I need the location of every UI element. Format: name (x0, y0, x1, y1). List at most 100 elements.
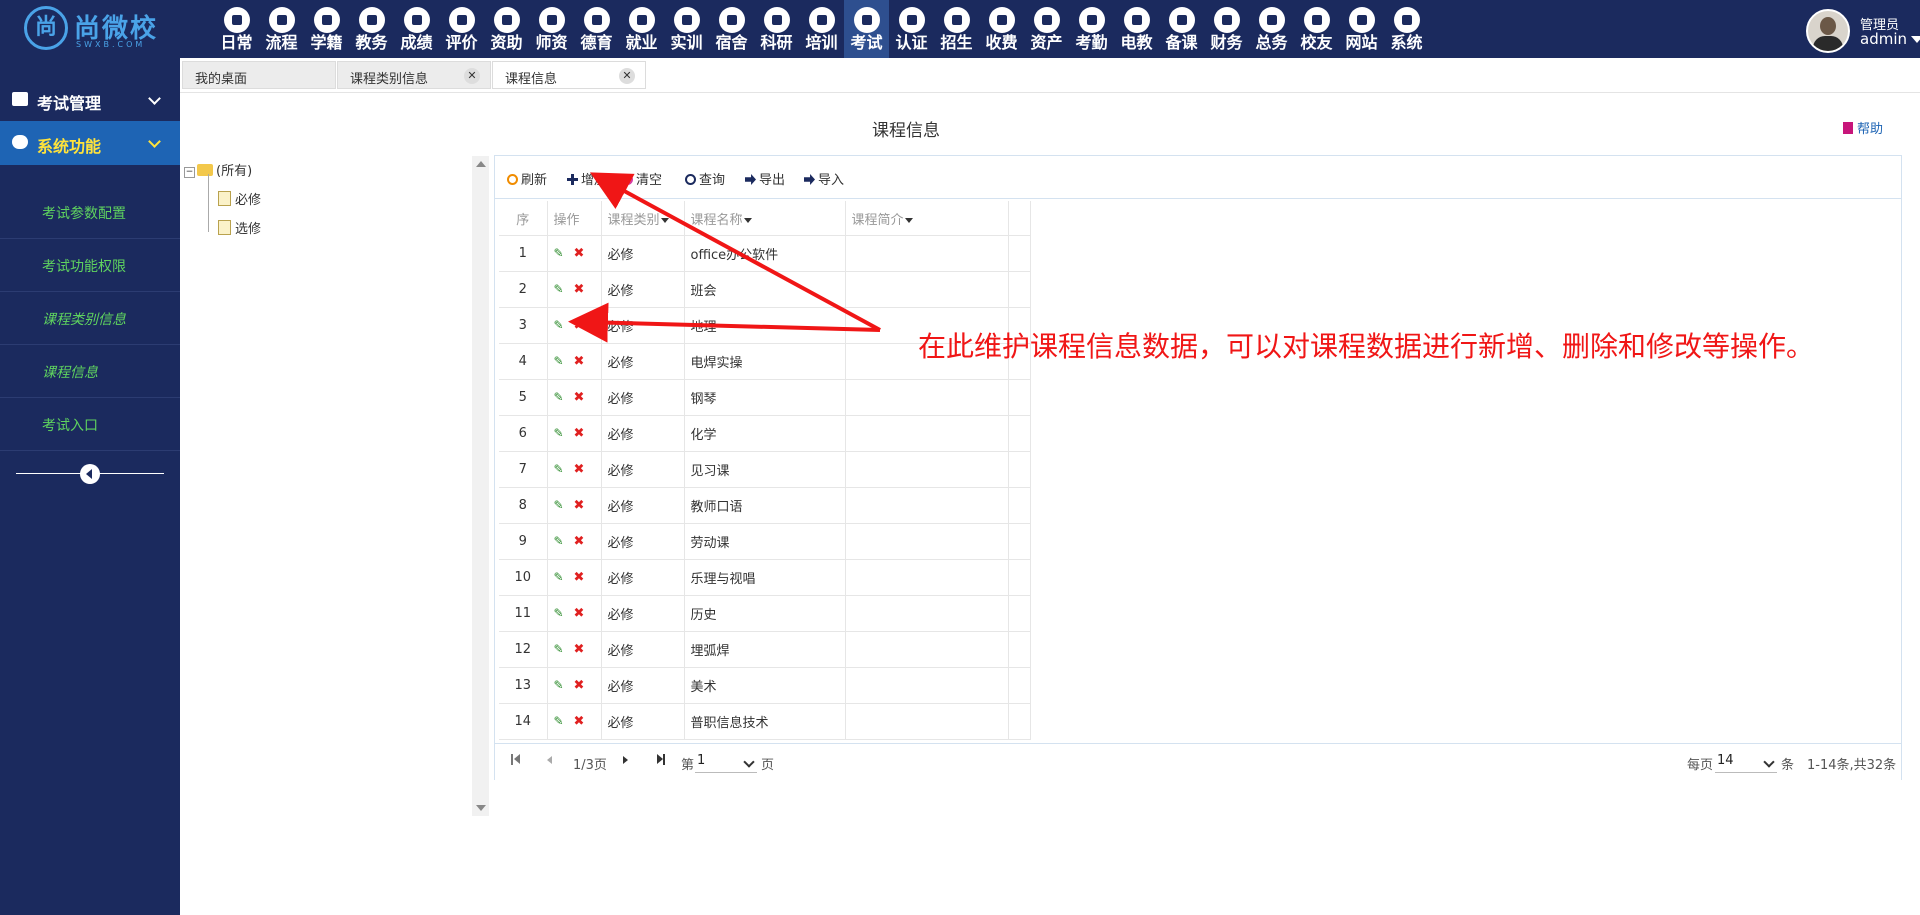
last-page-icon[interactable] (657, 754, 665, 765)
sidebar-item-exam-entry[interactable]: 考试入口 (0, 398, 180, 451)
table-row[interactable]: 10 ✎ ✖ 必修 乐理与视唱 (499, 559, 1031, 596)
delete-icon[interactable]: ✖ (574, 607, 586, 620)
nav-item-11[interactable]: 宿舍 (709, 0, 754, 58)
table-row[interactable]: 11 ✎ ✖ 必修 历史 (499, 595, 1031, 632)
edit-pencil-icon[interactable]: ✎ (554, 643, 566, 655)
table-row[interactable]: 13 ✎ ✖ 必修 美术 (499, 667, 1031, 704)
nav-item-12[interactable]: 科研 (754, 0, 799, 58)
scroll-up-icon[interactable] (476, 161, 486, 167)
next-page-icon[interactable] (623, 756, 628, 764)
edit-pencil-icon[interactable]: ✎ (554, 391, 566, 403)
add-button[interactable]: 增加 (567, 169, 607, 188)
sidebar-collapse-toggle[interactable] (16, 464, 164, 484)
delete-icon[interactable]: ✖ (574, 247, 586, 260)
col-header-name[interactable]: 课程名称 (684, 201, 846, 236)
search-button[interactable]: 查询 (685, 169, 725, 188)
nav-item-13[interactable]: 培训 (799, 0, 844, 58)
close-icon[interactable]: ✕ (619, 68, 635, 84)
user-menu[interactable]: 管理员 admin (1790, 0, 1920, 58)
nav-item-22[interactable]: 财务 (1204, 0, 1249, 58)
edit-pencil-icon[interactable]: ✎ (554, 355, 566, 367)
delete-icon[interactable]: ✖ (574, 715, 586, 728)
delete-icon[interactable]: ✖ (574, 499, 586, 512)
nav-item-15[interactable]: 认证 (889, 0, 934, 58)
table-row[interactable]: 14 ✎ ✖ 必修 普职信息技术 (499, 703, 1031, 740)
nav-item-23[interactable]: 总务 (1249, 0, 1294, 58)
nav-item-2[interactable]: 学籍 (304, 0, 349, 58)
tree-node-elective[interactable]: 选修 (218, 218, 261, 237)
nav-item-16[interactable]: 招生 (934, 0, 979, 58)
nav-item-26[interactable]: 系统 (1384, 0, 1429, 58)
caret-down-icon[interactable] (1911, 36, 1920, 43)
scroll-down-icon[interactable] (476, 805, 486, 811)
delete-icon[interactable]: ✖ (574, 391, 586, 404)
sidebar-item-exam-permissions[interactable]: 考试功能权限 (0, 239, 180, 292)
nav-item-7[interactable]: 师资 (529, 0, 574, 58)
table-row[interactable]: 12 ✎ ✖ 必修 埋弧焊 (499, 631, 1031, 668)
avatar[interactable] (1806, 9, 1850, 53)
table-row[interactable]: 2 ✎ ✖ 必修 班会 (499, 271, 1031, 308)
edit-pencil-icon[interactable]: ✎ (554, 571, 566, 583)
tree-scrollbar[interactable] (472, 156, 489, 816)
edit-pencil-icon[interactable]: ✎ (554, 679, 566, 691)
sidebar-item-course-info[interactable]: 课程信息 (0, 345, 180, 398)
table-row[interactable]: 8 ✎ ✖ 必修 教师口语 (499, 487, 1031, 524)
table-row[interactable]: 9 ✎ ✖ 必修 劳动课 (499, 523, 1031, 560)
sidebar-group-system-functions[interactable]: 系统功能 (0, 121, 180, 165)
delete-icon[interactable]: ✖ (574, 535, 586, 548)
close-icon[interactable]: ✕ (464, 68, 480, 84)
table-row[interactable]: 1 ✎ ✖ 必修 office办公软件 (499, 235, 1031, 272)
sidebar-group-exam-management[interactable]: 考试管理 (0, 78, 180, 122)
nav-item-5[interactable]: 评价 (439, 0, 484, 58)
tab-course-info[interactable]: 课程信息 ✕ (492, 61, 646, 89)
col-header-intro[interactable]: 课程简介 (845, 201, 1009, 236)
nav-item-9[interactable]: 就业 (619, 0, 664, 58)
nav-item-8[interactable]: 德育 (574, 0, 619, 58)
nav-item-0[interactable]: 日常 (214, 0, 259, 58)
sidebar-item-course-category[interactable]: 课程类别信息 (0, 292, 180, 345)
table-row[interactable]: 5 ✎ ✖ 必修 钢琴 (499, 379, 1031, 416)
nav-item-24[interactable]: 校友 (1294, 0, 1339, 58)
delete-icon[interactable]: ✖ (574, 463, 586, 476)
nav-item-21[interactable]: 备课 (1159, 0, 1204, 58)
prev-page-icon[interactable] (547, 756, 552, 764)
nav-item-19[interactable]: 考勤 (1069, 0, 1114, 58)
tab-desktop[interactable]: 我的桌面 (182, 61, 336, 89)
nav-item-3[interactable]: 教务 (349, 0, 394, 58)
sort-icon[interactable] (660, 217, 669, 223)
delete-icon[interactable]: ✖ (574, 283, 586, 296)
collapse-icon[interactable]: − (184, 167, 195, 178)
tree-node-all[interactable]: − (所有) (184, 160, 252, 179)
sort-icon[interactable] (904, 217, 913, 223)
delete-icon[interactable]: ✖ (574, 571, 586, 584)
delete-icon[interactable]: ✖ (574, 679, 586, 692)
help-link[interactable]: 帮助 (1843, 118, 1883, 137)
nav-item-14[interactable]: 考试 (844, 0, 889, 58)
edit-pencil-icon[interactable]: ✎ (554, 319, 566, 331)
delete-icon[interactable]: ✖ (574, 355, 586, 368)
delete-icon[interactable]: ✖ (574, 319, 586, 332)
nav-item-6[interactable]: 资助 (484, 0, 529, 58)
edit-pencil-icon[interactable]: ✎ (554, 607, 566, 619)
nav-item-17[interactable]: 收费 (979, 0, 1024, 58)
table-row[interactable]: 7 ✎ ✖ 必修 见习课 (499, 451, 1031, 488)
nav-item-4[interactable]: 成绩 (394, 0, 439, 58)
edit-pencil-icon[interactable]: ✎ (554, 715, 566, 727)
per-page-select[interactable]: 14 (1715, 750, 1777, 773)
table-row[interactable]: 6 ✎ ✖ 必修 化学 (499, 415, 1031, 452)
tree-node-required[interactable]: 必修 (218, 189, 261, 208)
collapse-left-icon[interactable] (80, 464, 100, 484)
import-button[interactable]: 导入 (804, 169, 844, 188)
goto-page-select[interactable]: 1 (695, 750, 757, 773)
nav-item-25[interactable]: 网站 (1339, 0, 1384, 58)
sort-icon[interactable] (743, 217, 752, 223)
col-header-category[interactable]: 课程类别 (601, 201, 685, 236)
first-page-icon[interactable] (511, 754, 520, 765)
delete-icon[interactable]: ✖ (574, 643, 586, 656)
tab-course-category[interactable]: 课程类别信息 ✕ (337, 61, 491, 89)
refresh-button[interactable]: 刷新 (507, 169, 547, 188)
edit-pencil-icon[interactable]: ✎ (554, 427, 566, 439)
nav-item-10[interactable]: 实训 (664, 0, 709, 58)
edit-pencil-icon[interactable]: ✎ (554, 463, 566, 475)
edit-pencil-icon[interactable]: ✎ (554, 535, 566, 547)
